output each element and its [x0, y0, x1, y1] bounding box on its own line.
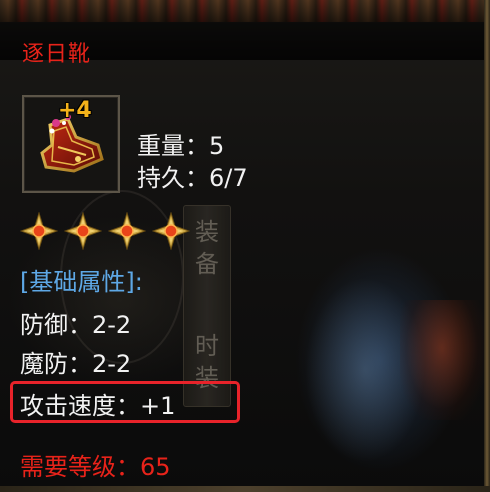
- attribute-value: 2-2: [92, 350, 132, 378]
- star-gem-icon: [20, 212, 58, 250]
- star-gem-icon: [108, 212, 146, 250]
- requirement-value: 65: [140, 453, 171, 481]
- attribute-defense: 防御：2-2: [20, 305, 131, 340]
- attack-speed-highlight-box: [10, 381, 240, 423]
- bottom-frame-edge: [0, 486, 490, 492]
- background-tab-char: 备: [195, 250, 219, 278]
- durability-stat: 持久：6/7: [137, 158, 248, 193]
- enhance-level-badge: +4: [58, 98, 92, 123]
- durability-label: 持久：: [137, 164, 209, 192]
- attribute-label: 防御：: [20, 311, 92, 339]
- requirement-label: 需要等级：: [20, 453, 140, 481]
- base-attributes-header: [基础属性]:: [20, 268, 143, 296]
- durability-value: 6/7: [209, 164, 248, 192]
- right-frame-edge: [484, 0, 490, 492]
- attribute-value: 2-2: [92, 311, 132, 339]
- attribute-label: 魔防：: [20, 350, 92, 378]
- background-equipment-tab: 装 备 时 装: [183, 205, 231, 407]
- item-name: 逐日靴: [22, 42, 92, 67]
- level-requirement: 需要等级：65: [20, 447, 171, 482]
- background-decoration: [400, 300, 484, 420]
- star-gem-icon: [152, 212, 190, 250]
- attribute-magic-defense: 魔防：2-2: [20, 344, 131, 379]
- background-tab-char: 装: [195, 218, 219, 246]
- weight-value: 5: [209, 132, 225, 160]
- weight-label: 重量：: [137, 132, 209, 160]
- background-tab-char: 时: [195, 332, 219, 360]
- weight-stat: 重量：5: [137, 126, 224, 161]
- item-tooltip: 装 备 时 装 逐日靴 +4 重量：5 持久：6/7 [基础属性]: 防御：2-…: [0, 0, 490, 492]
- star-gem-icon: [64, 212, 102, 250]
